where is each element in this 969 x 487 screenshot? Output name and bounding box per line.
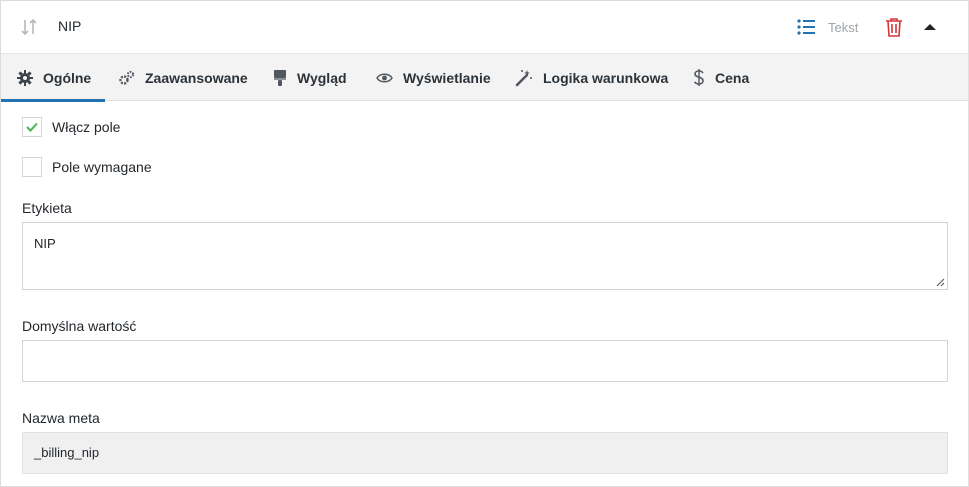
tab-advanced[interactable]: Zaawansowane	[119, 54, 248, 101]
label-textarea[interactable]: NIP	[22, 222, 948, 290]
tab-general[interactable]: Ogólne	[0, 54, 106, 102]
field-header: NIP Tekst	[1, 1, 968, 53]
meta-name-label: Nazwa meta	[22, 410, 100, 426]
meta-name-input[interactable]: _billing_nip	[22, 432, 948, 474]
required-field-checkbox[interactable]: Pole wymagane	[22, 157, 152, 177]
sort-arrows-icon[interactable]	[20, 17, 40, 37]
label-textarea-value: NIP	[34, 236, 56, 251]
field-type-label: Tekst	[828, 19, 859, 35]
enable-field-label: Włącz pole	[52, 119, 121, 135]
trash-icon[interactable]	[885, 17, 903, 37]
magic-wand-icon	[515, 69, 532, 86]
meta-name-value: _billing_nip	[34, 445, 100, 460]
tab-label: Ogólne	[43, 69, 92, 86]
field-settings-panel: NIP Tekst Ogólne Zaawansowane Wygląd Wyś…	[0, 0, 969, 487]
gears-icon	[119, 70, 135, 85]
required-field-label: Pole wymagane	[52, 159, 152, 175]
settings-tabs: Ogólne Zaawansowane Wygląd Wyświetlanie	[0, 53, 968, 102]
tab-label: Wygląd	[297, 69, 347, 86]
tab-label: Logika warunkowa	[543, 69, 669, 86]
checkbox-box[interactable]	[22, 117, 42, 137]
resize-handle-icon[interactable]	[936, 278, 945, 287]
paint-brush-icon	[274, 69, 286, 86]
checkbox-box[interactable]	[22, 157, 42, 177]
tab-price[interactable]: Cena	[693, 54, 749, 101]
field-title: NIP	[58, 18, 82, 34]
list-icon	[797, 19, 815, 35]
tab-label: Cena	[715, 69, 750, 86]
checkmark-icon	[26, 122, 38, 132]
tab-label: Zaawansowane	[145, 69, 248, 86]
field-type-indicator[interactable]: Tekst	[797, 17, 858, 37]
dollar-icon	[693, 69, 704, 86]
caret-up-icon[interactable]	[923, 22, 937, 32]
tab-conditional-logic[interactable]: Logika warunkowa	[515, 54, 668, 101]
eye-icon	[376, 73, 393, 82]
gear-icon	[17, 69, 33, 86]
label-field-label: Etykieta	[22, 200, 72, 216]
tab-display[interactable]: Wyświetlanie	[376, 54, 491, 101]
tab-appearance[interactable]: Wygląd	[273, 54, 347, 101]
default-value-input[interactable]	[22, 340, 948, 382]
tab-label: Wyświetlanie	[403, 69, 491, 86]
default-value-label: Domyślna wartość	[22, 318, 137, 334]
enable-field-checkbox[interactable]: Włącz pole	[22, 117, 120, 137]
